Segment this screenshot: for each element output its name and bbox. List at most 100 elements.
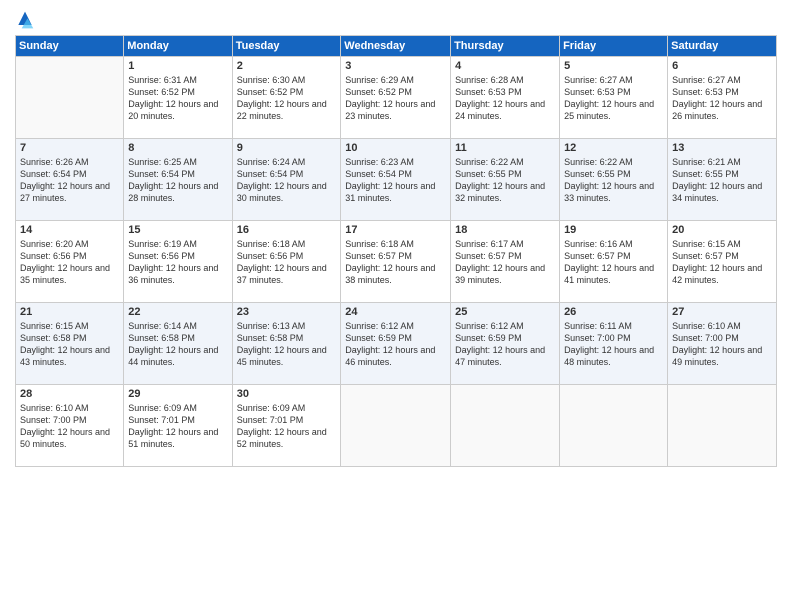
day-info: Sunrise: 6:15 AM Sunset: 6:57 PM Dayligh…: [672, 238, 772, 287]
calendar-day-cell: 9 Sunrise: 6:24 AM Sunset: 6:54 PM Daylig…: [232, 139, 341, 221]
day-info: Sunrise: 6:30 AM Sunset: 6:52 PM Dayligh…: [237, 74, 337, 123]
calendar-day-cell: 17 Sunrise: 6:18 AM Sunset: 6:57 PM Dayli…: [341, 221, 451, 303]
day-info: Sunrise: 6:22 AM Sunset: 6:55 PM Dayligh…: [564, 156, 663, 205]
calendar-week-row: 7 Sunrise: 6:26 AM Sunset: 6:54 PM Daylig…: [16, 139, 777, 221]
day-number: 30: [237, 388, 337, 400]
day-info: Sunrise: 6:11 AM Sunset: 7:00 PM Dayligh…: [564, 320, 663, 369]
calendar-day-cell: 5 Sunrise: 6:27 AM Sunset: 6:53 PM Daylig…: [560, 57, 668, 139]
header: [15, 10, 777, 30]
day-info: Sunrise: 6:09 AM Sunset: 7:01 PM Dayligh…: [237, 402, 337, 451]
day-info: Sunrise: 6:27 AM Sunset: 6:53 PM Dayligh…: [564, 74, 663, 123]
day-number: 15: [128, 224, 227, 236]
calendar-day-cell: 22Sunrise: 6:14 AM Sunset: 6:58 PM Dayli…: [124, 303, 232, 385]
header-day: Monday: [124, 36, 232, 57]
logo-icon: [15, 10, 35, 30]
day-number: 7: [20, 142, 119, 154]
day-info: Sunrise: 6:31 AM Sunset: 6:52 PM Dayligh…: [128, 74, 227, 123]
calendar-day-cell: 12 Sunrise: 6:22 AM Sunset: 6:55 PM Dayli…: [560, 139, 668, 221]
day-info: Sunrise: 6:09 AM Sunset: 7:01 PM Dayligh…: [128, 402, 227, 451]
calendar-day-cell: 2Sunrise: 6:30 AM Sunset: 6:52 PM Daylig…: [232, 57, 341, 139]
calendar-day-cell: 25Sunrise: 6:12 AM Sunset: 6:59 PM Dayli…: [451, 303, 560, 385]
calendar-day-cell: [668, 385, 777, 467]
day-number: 12: [564, 142, 663, 154]
day-info: Sunrise: 6:27 AM Sunset: 6:53 PM Dayligh…: [672, 74, 772, 123]
day-number: 11: [455, 142, 555, 154]
day-info: Sunrise: 6:16 AM Sunset: 6:57 PM Dayligh…: [564, 238, 663, 287]
calendar-week-row: 1Sunrise: 6:31 AM Sunset: 6:52 PM Daylig…: [16, 57, 777, 139]
day-number: 3: [345, 60, 446, 72]
day-number: 18: [455, 224, 555, 236]
day-info: Sunrise: 6:15 AM Sunset: 6:58 PM Dayligh…: [20, 320, 119, 369]
calendar-day-cell: 13 Sunrise: 6:21 AM Sunset: 6:55 PM Dayli…: [668, 139, 777, 221]
day-number: 5: [564, 60, 663, 72]
day-number: 10: [345, 142, 446, 154]
day-info: Sunrise: 6:18 AM Sunset: 6:57 PM Dayligh…: [345, 238, 446, 287]
calendar-day-cell: 28Sunrise: 6:10 AM Sunset: 7:00 PM Dayli…: [16, 385, 124, 467]
day-info: Sunrise: 6:28 AM Sunset: 6:53 PM Dayligh…: [455, 74, 555, 123]
day-info: Sunrise: 6:19 AM Sunset: 6:56 PM Dayligh…: [128, 238, 227, 287]
day-number: 26: [564, 306, 663, 318]
calendar-day-cell: 20 Sunrise: 6:15 AM Sunset: 6:57 PM Dayli…: [668, 221, 777, 303]
header-day: Saturday: [668, 36, 777, 57]
calendar-day-cell: [16, 57, 124, 139]
calendar-day-cell: 18 Sunrise: 6:17 AM Sunset: 6:57 PM Dayli…: [451, 221, 560, 303]
calendar-day-cell: [341, 385, 451, 467]
calendar-day-cell: [451, 385, 560, 467]
day-info: Sunrise: 6:26 AM Sunset: 6:54 PM Dayligh…: [20, 156, 119, 205]
day-number: 19: [564, 224, 663, 236]
day-number: 20: [672, 224, 772, 236]
day-number: 9: [237, 142, 337, 154]
day-info: Sunrise: 6:17 AM Sunset: 6:57 PM Dayligh…: [455, 238, 555, 287]
day-info: Sunrise: 6:12 AM Sunset: 6:59 PM Dayligh…: [345, 320, 446, 369]
calendar-day-cell: 21 Sunrise: 6:15 AM Sunset: 6:58 PM Dayli…: [16, 303, 124, 385]
day-number: 16: [237, 224, 337, 236]
calendar-day-cell: 27 Sunrise: 6:10 AM Sunset: 7:00 PM Dayli…: [668, 303, 777, 385]
header-day: Tuesday: [232, 36, 341, 57]
day-info: Sunrise: 6:10 AM Sunset: 7:00 PM Dayligh…: [20, 402, 119, 451]
calendar-day-cell: 19 Sunrise: 6:16 AM Sunset: 6:57 PM Dayli…: [560, 221, 668, 303]
header-day: Wednesday: [341, 36, 451, 57]
calendar-day-cell: 3Sunrise: 6:29 AM Sunset: 6:52 PM Daylig…: [341, 57, 451, 139]
day-number: 13: [672, 142, 772, 154]
header-day: Sunday: [16, 36, 124, 57]
day-number: 27: [672, 306, 772, 318]
calendar-day-cell: [560, 385, 668, 467]
calendar-week-row: 14Sunrise: 6:20 AM Sunset: 6:56 PM Dayli…: [16, 221, 777, 303]
day-info: Sunrise: 6:14 AM Sunset: 6:58 PM Dayligh…: [128, 320, 227, 369]
logo: [15, 10, 39, 30]
day-number: 4: [455, 60, 555, 72]
day-info: Sunrise: 6:21 AM Sunset: 6:55 PM Dayligh…: [672, 156, 772, 205]
day-number: 21: [20, 306, 119, 318]
day-number: 17: [345, 224, 446, 236]
calendar-day-cell: 14Sunrise: 6:20 AM Sunset: 6:56 PM Dayli…: [16, 221, 124, 303]
calendar-day-cell: 10 Sunrise: 6:23 AM Sunset: 6:54 PM Dayli…: [341, 139, 451, 221]
page: SundayMondayTuesdayWednesdayThursdayFrid…: [0, 0, 792, 612]
calendar-week-row: 21 Sunrise: 6:15 AM Sunset: 6:58 PM Dayli…: [16, 303, 777, 385]
calendar-day-cell: 23Sunrise: 6:13 AM Sunset: 6:58 PM Dayli…: [232, 303, 341, 385]
day-number: 6: [672, 60, 772, 72]
day-number: 29: [128, 388, 227, 400]
day-info: Sunrise: 6:18 AM Sunset: 6:56 PM Dayligh…: [237, 238, 337, 287]
header-day: Thursday: [451, 36, 560, 57]
day-info: Sunrise: 6:25 AM Sunset: 6:54 PM Dayligh…: [128, 156, 227, 205]
day-info: Sunrise: 6:10 AM Sunset: 7:00 PM Dayligh…: [672, 320, 772, 369]
day-info: Sunrise: 6:24 AM Sunset: 6:54 PM Dayligh…: [237, 156, 337, 205]
calendar-day-cell: 6 Sunrise: 6:27 AM Sunset: 6:53 PM Daylig…: [668, 57, 777, 139]
header-row: SundayMondayTuesdayWednesdayThursdayFrid…: [16, 36, 777, 57]
calendar-day-cell: 30 Sunrise: 6:09 AM Sunset: 7:01 PM Dayli…: [232, 385, 341, 467]
day-number: 8: [128, 142, 227, 154]
calendar-week-row: 28Sunrise: 6:10 AM Sunset: 7:00 PM Dayli…: [16, 385, 777, 467]
calendar-day-cell: 8 Sunrise: 6:25 AM Sunset: 6:54 PM Daylig…: [124, 139, 232, 221]
day-info: Sunrise: 6:12 AM Sunset: 6:59 PM Dayligh…: [455, 320, 555, 369]
calendar-day-cell: 11 Sunrise: 6:22 AM Sunset: 6:55 PM Dayli…: [451, 139, 560, 221]
calendar-day-cell: 16 Sunrise: 6:18 AM Sunset: 6:56 PM Dayli…: [232, 221, 341, 303]
calendar-table: SundayMondayTuesdayWednesdayThursdayFrid…: [15, 35, 777, 467]
calendar-day-cell: 15 Sunrise: 6:19 AM Sunset: 6:56 PM Dayli…: [124, 221, 232, 303]
day-info: Sunrise: 6:22 AM Sunset: 6:55 PM Dayligh…: [455, 156, 555, 205]
calendar-day-cell: 7 Sunrise: 6:26 AM Sunset: 6:54 PM Daylig…: [16, 139, 124, 221]
calendar-day-cell: 26 Sunrise: 6:11 AM Sunset: 7:00 PM Dayli…: [560, 303, 668, 385]
day-info: Sunrise: 6:23 AM Sunset: 6:54 PM Dayligh…: [345, 156, 446, 205]
day-number: 24: [345, 306, 446, 318]
header-day: Friday: [560, 36, 668, 57]
day-number: 23: [237, 306, 337, 318]
